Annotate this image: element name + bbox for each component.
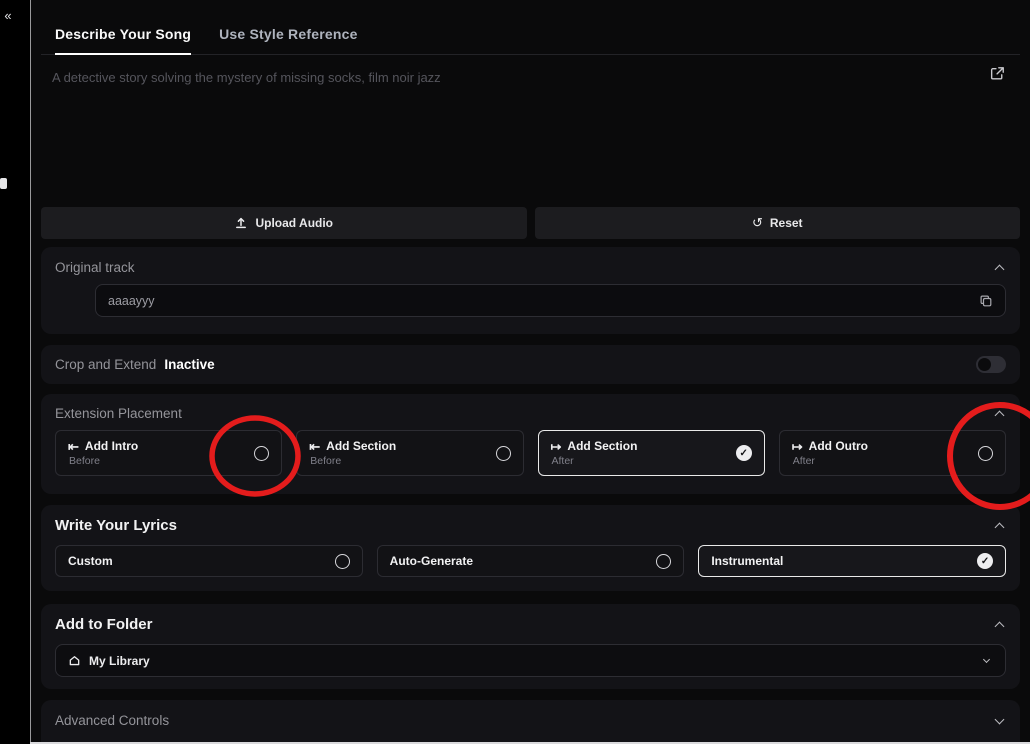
original-track-field <box>95 284 1006 317</box>
collapse-folder-button[interactable] <box>992 618 1006 632</box>
crop-extend-label: Crop and Extend <box>55 357 157 372</box>
crop-extend-status: Inactive <box>164 357 215 372</box>
upload-audio-button[interactable]: Upload Audio <box>41 207 527 239</box>
sidebar-handle[interactable] <box>0 178 7 189</box>
radio-icon <box>254 445 270 461</box>
write-your-lyrics-title: Write Your Lyrics <box>55 517 177 534</box>
option-add-section-after[interactable]: ↦ Add Section After ✓ <box>537 430 765 476</box>
original-track-section: Original track <box>41 247 1020 334</box>
collapse-extension-placement-button[interactable] <box>992 407 1006 421</box>
option-title: Instrumental <box>711 554 784 568</box>
expand-icon[interactable] <box>989 65 1006 87</box>
collapse-original-track-button[interactable] <box>992 261 1006 275</box>
chevron-up-icon <box>994 410 1004 420</box>
advanced-controls-section: Advanced Controls <box>41 700 1020 744</box>
crop-and-extend-section: Crop and Extend Inactive <box>41 345 1020 384</box>
collapsed-sidebar: « <box>0 0 30 744</box>
upload-audio-label: Upload Audio <box>255 216 334 230</box>
collapse-sidebar-icon[interactable]: « <box>0 8 16 23</box>
option-custom-lyrics[interactable]: Custom <box>55 545 363 577</box>
tab-bar: Describe Your Song Use Style Reference <box>41 14 1020 55</box>
option-subtitle: After <box>551 455 574 467</box>
radio-icon <box>978 445 993 461</box>
radio-icon <box>495 445 511 461</box>
option-title: Custom <box>68 554 113 568</box>
option-title: Add Section <box>326 439 397 453</box>
chevron-up-icon <box>994 621 1004 631</box>
expand-advanced-controls-button[interactable] <box>992 714 1006 728</box>
action-buttons-row: Upload Audio ↺ Reset <box>41 207 1020 239</box>
sidebar-divider <box>30 0 31 744</box>
radio-icon <box>656 553 672 569</box>
crop-extend-toggle[interactable] <box>976 356 1006 373</box>
library-icon <box>68 654 81 667</box>
option-add-section-before[interactable]: ⇤ Add Section Before <box>296 430 524 476</box>
tab-use-style-reference[interactable]: Use Style Reference <box>219 14 357 54</box>
option-subtitle: Before <box>310 455 342 467</box>
reset-button[interactable]: ↺ Reset <box>534 207 1020 239</box>
write-your-lyrics-section: Write Your Lyrics Custom Auto-Generate I… <box>41 505 1020 591</box>
advanced-controls-title: Advanced Controls <box>55 713 170 728</box>
extension-placement-title: Extension Placement <box>55 406 182 421</box>
selected-folder-label: My Library <box>89 653 150 668</box>
upload-icon <box>234 216 248 230</box>
tab-label: Use Style Reference <box>219 26 358 42</box>
tab-describe-your-song[interactable]: Describe Your Song <box>55 14 192 55</box>
option-auto-generate-lyrics[interactable]: Auto-Generate <box>376 545 685 577</box>
chevron-down-icon <box>982 655 990 663</box>
option-title: Add Section <box>567 439 638 453</box>
toggle-knob <box>978 358 991 371</box>
option-subtitle: Before <box>69 455 100 467</box>
song-description-area <box>41 55 1020 205</box>
chevron-up-icon <box>994 522 1004 532</box>
add-to-folder-section: Add to Folder My Library <box>41 604 1020 689</box>
main-panel: Describe Your Song Use Style Reference A… <box>41 0 1020 744</box>
add-to-folder-title: Add to Folder <box>55 616 153 633</box>
option-title: Add Intro <box>84 439 139 453</box>
arrow-to-start-icon: ⇤ <box>68 438 79 454</box>
app-window: « Describe Your Song Use Style Reference <box>0 0 1030 744</box>
tab-label: Describe Your Song <box>55 26 192 42</box>
option-add-outro[interactable]: ↦ Add Outro After <box>778 430 1006 476</box>
song-description-input[interactable] <box>41 55 1020 205</box>
option-title: Add Outro <box>808 439 868 453</box>
dropdown-chevron <box>979 654 993 668</box>
extension-placement-section: Extension Placement ⇤ Add Intro Before ⇤… <box>41 394 1020 494</box>
arrow-from-bar-icon: ↦ <box>791 438 803 454</box>
option-instrumental[interactable]: Instrumental ✓ <box>698 545 1007 577</box>
copy-icon[interactable] <box>979 294 993 308</box>
collapse-lyrics-button[interactable] <box>992 519 1006 533</box>
chevron-up-icon <box>994 264 1004 274</box>
arrow-from-bar-icon: ↦ <box>550 438 562 454</box>
original-track-input[interactable] <box>108 293 979 308</box>
selected-check-icon: ✓ <box>735 445 752 461</box>
option-subtitle: After <box>792 455 815 467</box>
original-track-title: Original track <box>55 260 135 275</box>
option-add-intro[interactable]: ⇤ Add Intro Before <box>55 430 283 476</box>
folder-select-dropdown[interactable]: My Library <box>55 644 1006 677</box>
radio-icon <box>334 553 350 569</box>
selected-check-icon: ✓ <box>977 553 994 569</box>
reset-label: Reset <box>769 216 803 230</box>
arrow-to-start-icon: ⇤ <box>309 438 321 454</box>
option-title: Auto-Generate <box>389 554 474 568</box>
chevron-down-icon <box>994 714 1004 724</box>
reset-icon: ↺ <box>751 215 763 230</box>
